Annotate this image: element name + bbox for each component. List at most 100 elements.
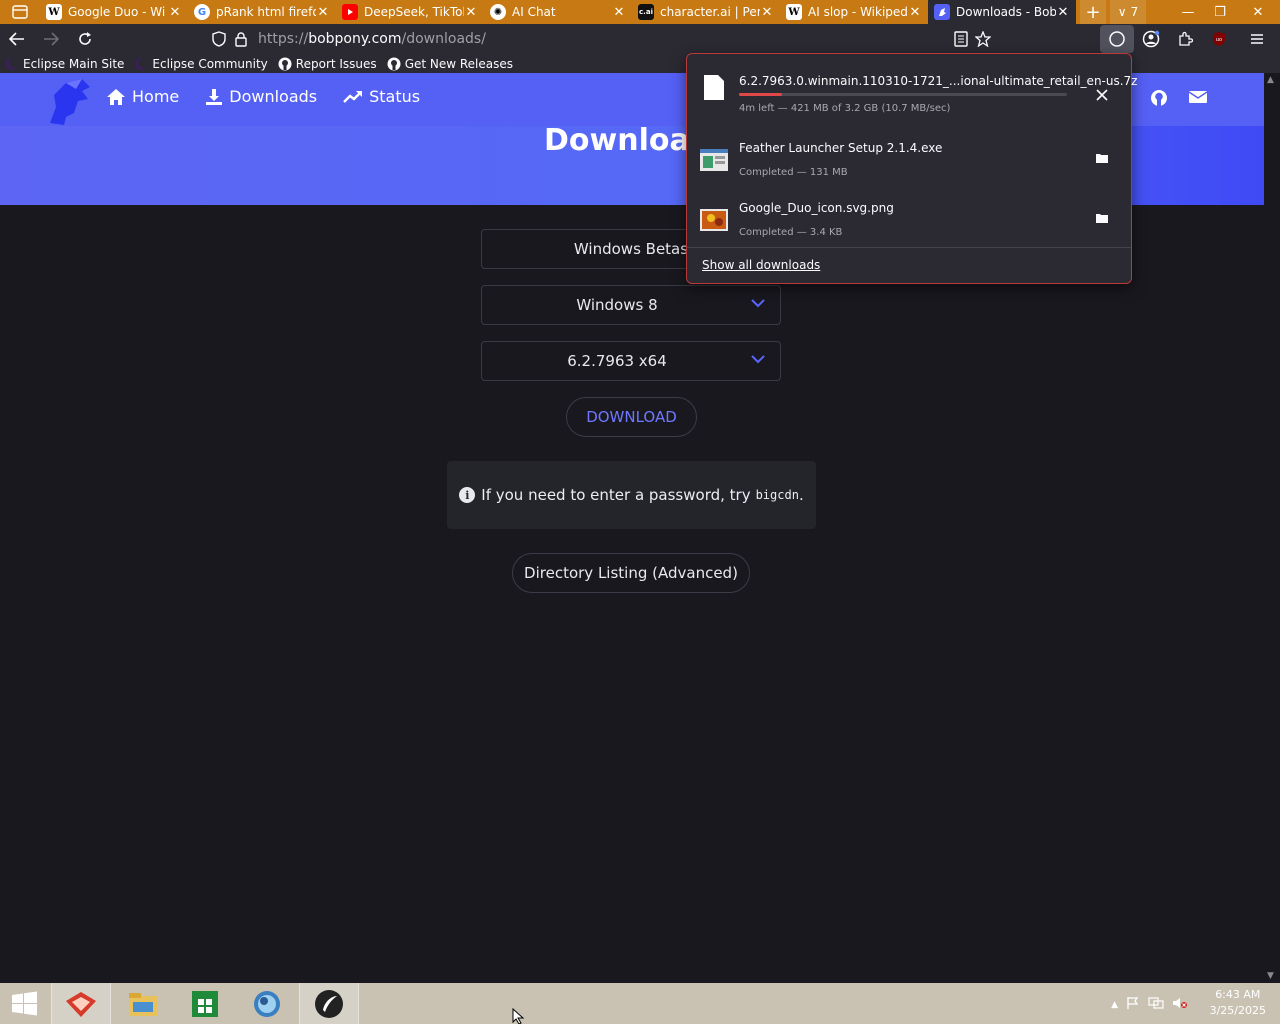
tab-title: character.ai | Pers (660, 5, 760, 19)
tab-title: DeepSeek, TikTok (364, 5, 464, 19)
close-window-button[interactable]: ✕ (1236, 0, 1280, 24)
close-tab-icon[interactable]: ✕ (908, 5, 922, 20)
eclipse-icon (5, 57, 19, 71)
notice-text: If you need to enter a password, try (481, 486, 751, 504)
taskbar-app-eclipse[interactable] (299, 983, 359, 1024)
download-filename: Google_Duo_icon.svg.png (739, 201, 894, 215)
show-all-downloads-link[interactable]: Show all downloads (702, 258, 820, 272)
globe-icon (254, 990, 280, 1017)
close-tab-icon[interactable]: ✕ (316, 5, 330, 20)
download-item[interactable]: Google_Duo_icon.svg.png Completed — 3.4 … (687, 191, 1131, 251)
download-item[interactable]: Feather Launcher Setup 2.1.4.exe Complet… (687, 131, 1131, 191)
page-scrollbar[interactable]: ▲ ▼ (1264, 73, 1280, 983)
tab-list-button[interactable] (0, 0, 40, 24)
taskbar-app-explorer[interactable] (113, 983, 173, 1024)
tab-deepseek[interactable]: DeepSeek, TikTok ✕ (336, 0, 484, 24)
start-button[interactable] (6, 989, 42, 1019)
scroll-up-icon[interactable]: ▲ (1267, 75, 1274, 85)
tab-title: AI slop - Wikiped (808, 5, 908, 19)
tab-character-ai[interactable]: c.ai character.ai | Pers ✕ (632, 0, 780, 24)
taskbar-app-store[interactable] (175, 983, 235, 1024)
os-select[interactable]: Windows 8 (481, 285, 781, 325)
lock-icon[interactable] (230, 31, 252, 47)
taskbar-app-firefox[interactable] (51, 983, 111, 1024)
image-file-icon (700, 209, 728, 231)
mail-icon[interactable] (1188, 89, 1208, 111)
close-tab-icon[interactable]: ✕ (612, 5, 626, 20)
youtube-icon (342, 4, 358, 20)
windows-logo-icon (12, 991, 37, 1016)
wikipedia-icon: W (46, 4, 62, 20)
network-icon[interactable] (1148, 995, 1164, 1014)
reload-button[interactable] (68, 25, 102, 53)
action-center-flag-icon[interactable] (1126, 995, 1140, 1014)
nav-home[interactable]: Home (106, 87, 179, 106)
tab-ai-slop[interactable]: W AI slop - Wikiped ✕ (780, 0, 928, 24)
forward-button[interactable] (34, 25, 68, 53)
bookmark-eclipse-main[interactable]: Eclipse Main Site (0, 57, 129, 71)
clock-time: 6:43 AM (1215, 988, 1261, 1001)
notice-end: . (798, 486, 804, 504)
tab-title: Downloads - Bob (956, 5, 1056, 19)
url-host: bobpony.com (308, 31, 402, 47)
download-item[interactable]: 6.2.7963.0.winmain.110310-1721_...ional-… (687, 58, 1137, 118)
close-tab-icon[interactable]: ✕ (760, 5, 774, 20)
bookmark-label: Eclipse Community (152, 56, 268, 71)
bookmark-eclipse-community[interactable]: Eclipse Community (129, 57, 272, 71)
build-select[interactable]: 6.2.7963 x64 (481, 341, 781, 381)
cancel-download-icon[interactable] (1091, 84, 1113, 106)
download-progress-bar (739, 93, 1067, 96)
menu-button[interactable] (1240, 25, 1274, 53)
clock-date: 3/25/2025 (1209, 1004, 1266, 1017)
minimize-button[interactable]: — (1172, 0, 1204, 24)
directory-listing-button[interactable]: Directory Listing (Advanced) (512, 553, 750, 593)
taskbar-app-network[interactable] (237, 983, 297, 1024)
download-status: Completed — 131 MB (739, 167, 848, 178)
restore-button[interactable]: ❐ (1204, 0, 1236, 24)
download-status: 4m left — 421 MB of 3.2 GB (10.7 MB/sec) (739, 103, 951, 114)
tab-title: pRank html firefo (216, 5, 316, 19)
account-button[interactable] (1134, 25, 1168, 53)
new-tab-button[interactable]: + (1080, 0, 1106, 24)
scroll-down-icon[interactable]: ▼ (1267, 971, 1274, 981)
nav-status[interactable]: Status (343, 87, 420, 106)
ublock-button[interactable]: uo (1202, 25, 1236, 53)
info-icon: i (459, 487, 476, 503)
bobpony-logo[interactable] (44, 77, 96, 127)
volume-muted-icon[interactable] (1172, 995, 1188, 1014)
file-icon (704, 75, 724, 100)
os-value: Windows 8 (576, 296, 658, 314)
system-clock[interactable]: 6:43 AM 3/25/2025 (1210, 987, 1266, 1019)
nav-downloads-label: Downloads (229, 87, 318, 106)
back-button[interactable] (0, 25, 34, 53)
downloads-button[interactable] (1100, 25, 1134, 53)
github-icon[interactable] (1150, 89, 1168, 111)
tab-overflow-button[interactable]: ∨ 7 (1110, 0, 1146, 24)
tab-downloads-bob[interactable]: Downloads - Bob ✕ (928, 0, 1076, 24)
bookmark-report-issues[interactable]: Report Issues (273, 57, 382, 71)
nav-downloads[interactable]: Downloads (205, 87, 317, 106)
address-bar[interactable]: https://bobpony.com/downloads/ (208, 24, 1008, 54)
tab-prank[interactable]: G pRank html firefo ✕ (188, 0, 336, 24)
bookmark-get-new-releases[interactable]: Get New Releases (382, 57, 518, 71)
url-text: https://bobpony.com/downloads/ (258, 31, 486, 47)
google-icon: G (194, 4, 210, 20)
close-tab-icon[interactable]: ✕ (168, 5, 182, 20)
tab-ai-chat[interactable]: ✺ AI Chat ✕ (484, 0, 632, 24)
tray-overflow-icon[interactable]: ▲ (1111, 1000, 1118, 1010)
password-notice: i If you need to enter a password, try b… (447, 461, 816, 529)
close-tab-icon[interactable]: ✕ (464, 5, 478, 20)
tab-google-duo[interactable]: W Google Duo - Wi ✕ (40, 0, 188, 24)
chevron-down-icon: ∨ (1117, 5, 1127, 19)
folder-icon[interactable] (1091, 147, 1113, 169)
download-button[interactable]: DOWNLOAD (566, 397, 697, 437)
folder-icon[interactable] (1091, 207, 1113, 229)
close-tab-icon[interactable]: ✕ (1056, 5, 1070, 20)
bookmark-star-button[interactable] (966, 25, 1000, 53)
tracking-protection-icon[interactable] (208, 31, 230, 47)
nav-status-label: Status (369, 87, 421, 106)
extensions-button[interactable] (1168, 25, 1202, 53)
tab-title: Google Duo - Wi (68, 5, 166, 19)
system-tray: ▲ (1111, 995, 1188, 1014)
eclipse-icon (134, 57, 149, 71)
